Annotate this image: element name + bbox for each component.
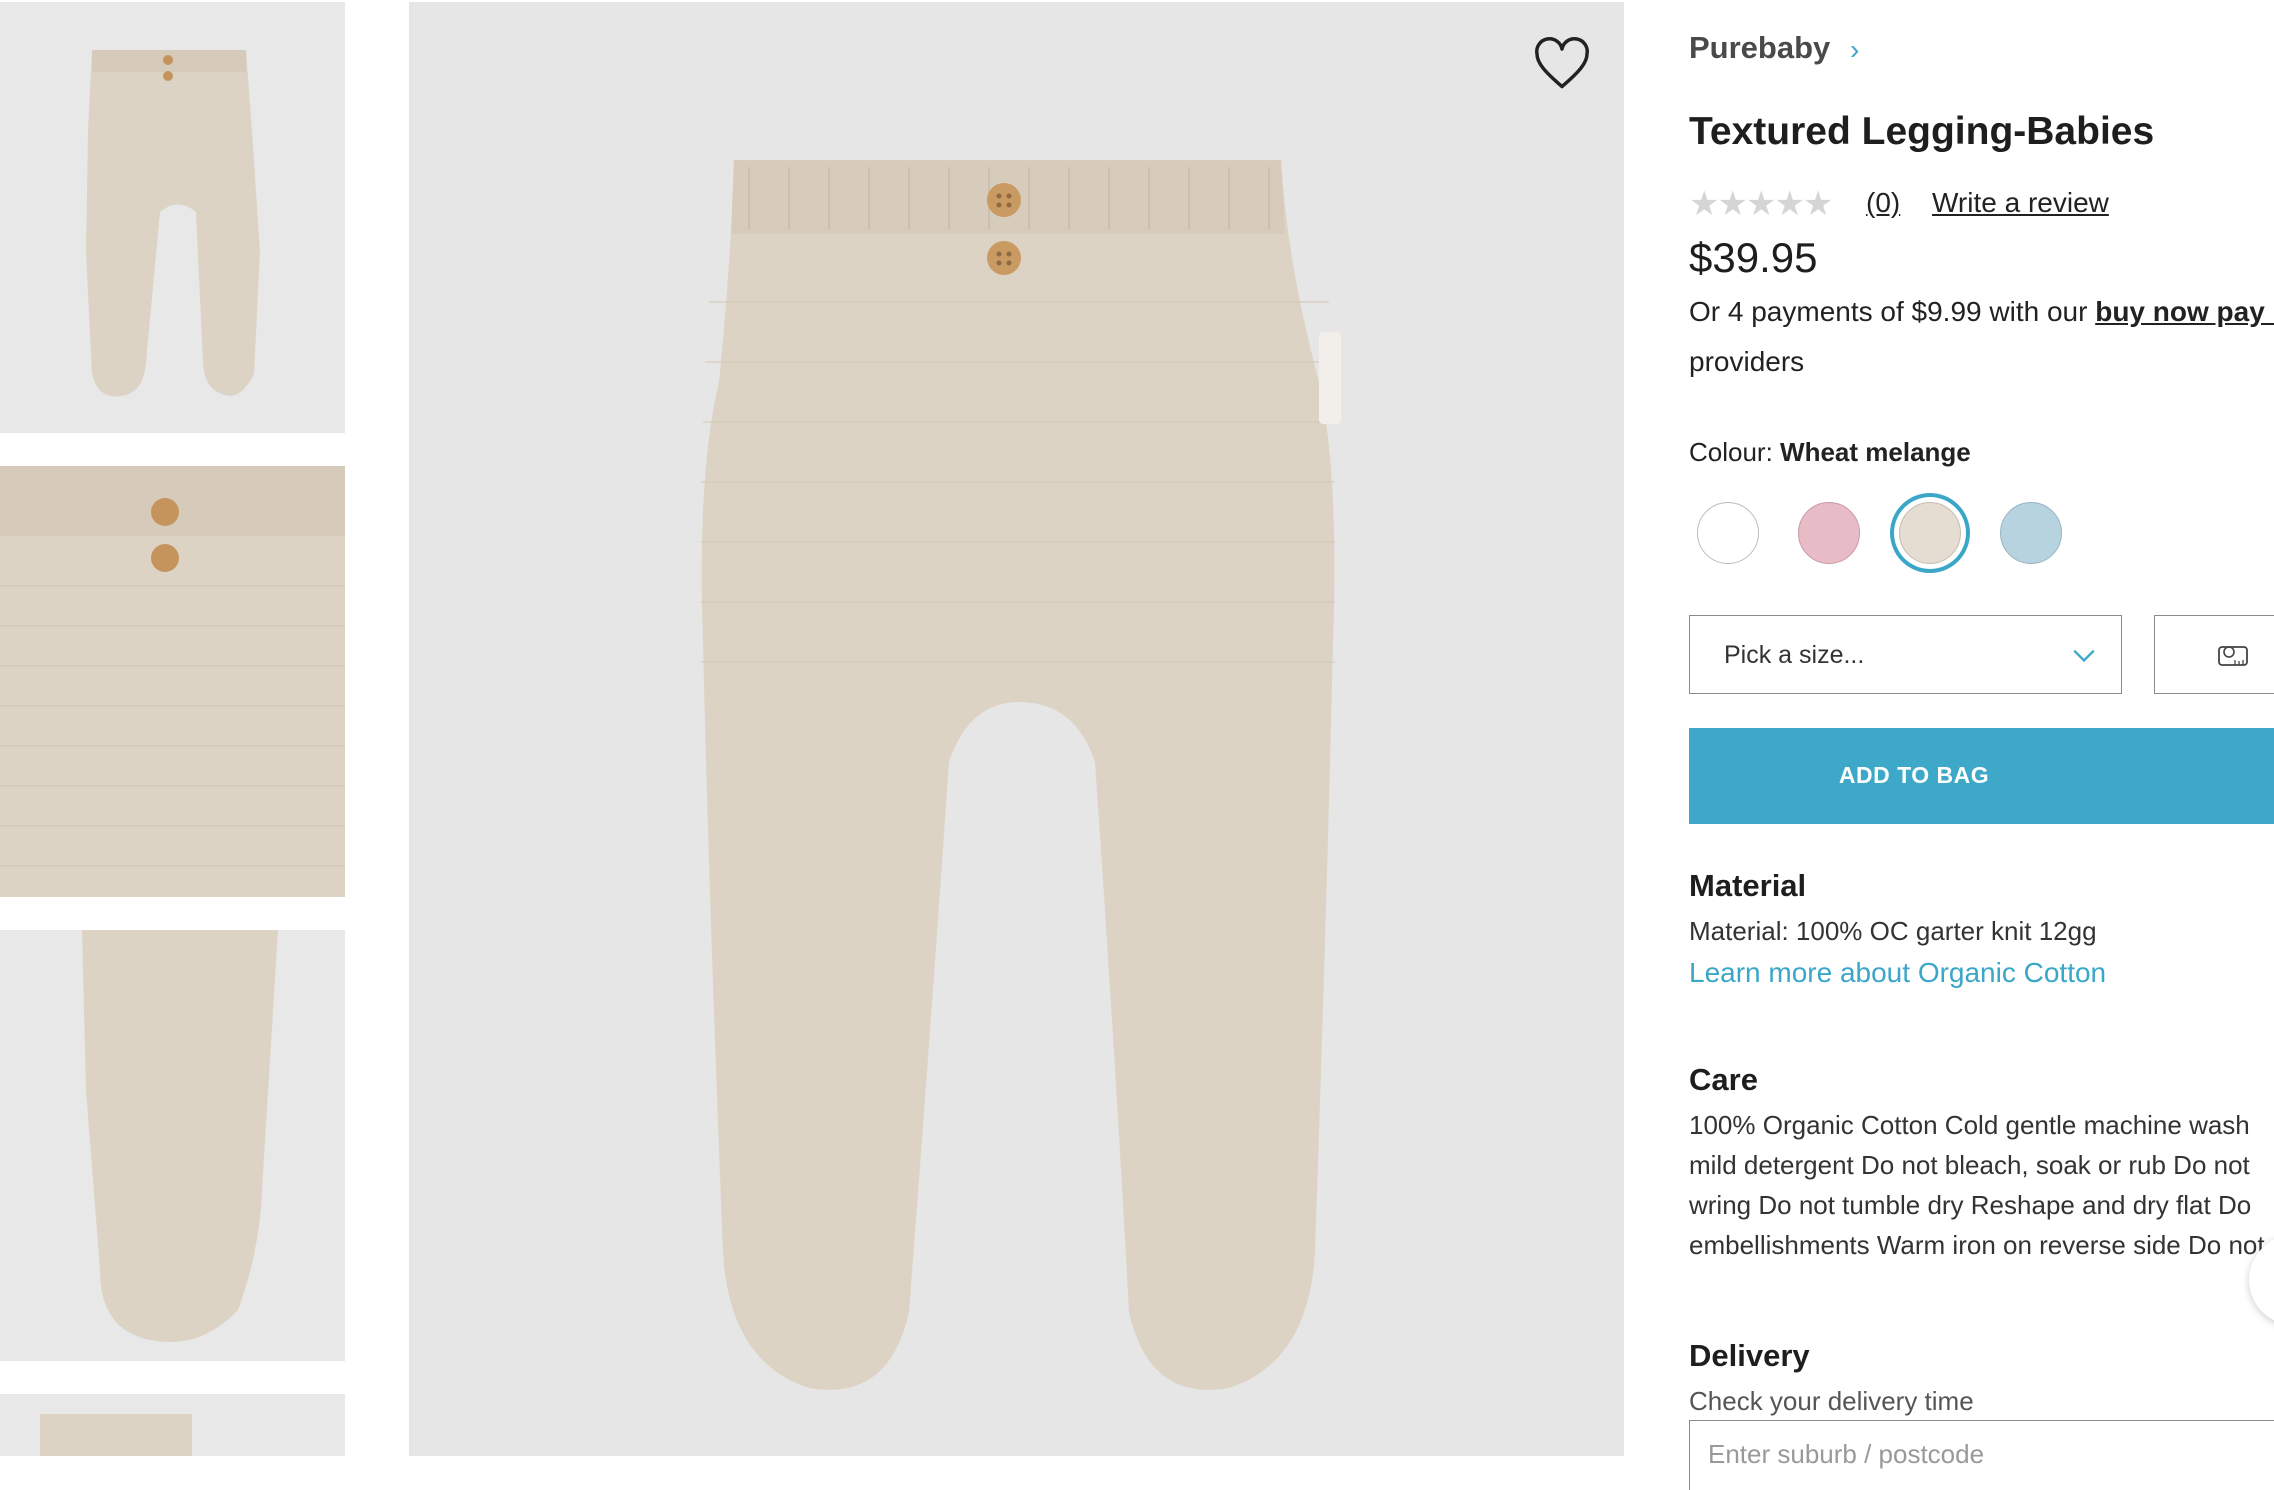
rating-stars: ★★★★★ xyxy=(1689,185,1833,223)
chevron-right-icon[interactable]: › xyxy=(1850,34,1859,66)
afterpay-text: Or 4 payments of $9.99 with our buy now … xyxy=(1689,296,2274,328)
size-select[interactable]: Pick a size... xyxy=(1689,615,2122,694)
care-line: 100% Organic Cotton Cold gentle machine … xyxy=(1689,1110,2250,1140)
size-guide-button[interactable] xyxy=(2154,615,2274,694)
thumbnail-foot-detail[interactable] xyxy=(0,930,345,1361)
care-line: embellishments Warm iron on reverse side… xyxy=(1689,1230,2265,1260)
swatch-pink[interactable] xyxy=(1798,502,1860,564)
swatch-blue[interactable] xyxy=(2000,502,2062,564)
product-title: Textured Legging-Babies xyxy=(1689,110,2155,153)
product-info-panel: Purebaby › Textured Legging-Babies ★★★★★… xyxy=(1689,0,2274,1490)
care-line: wring Do not tumble dry Reshape and dry … xyxy=(1689,1190,2252,1220)
size-select-value: Pick a size... xyxy=(1724,641,1865,669)
swatch-white[interactable] xyxy=(1697,502,1759,564)
chevron-down-icon xyxy=(2073,649,2095,663)
measuring-tape-icon xyxy=(2218,646,2248,666)
care-line: mild detergent Do not bleach, soak or ru… xyxy=(1689,1150,2250,1180)
thumbnail-waistband-detail[interactable] xyxy=(0,466,345,897)
delivery-text: Check your delivery time xyxy=(1689,1386,1974,1416)
care-heading: Care xyxy=(1689,1062,1758,1097)
colour-label: Colour: Wheat melange xyxy=(1689,437,1971,467)
main-product-image xyxy=(409,2,1624,1456)
heart-outline-icon[interactable] xyxy=(1532,34,1592,94)
swatch-wheat-melange[interactable] xyxy=(1899,502,1961,564)
material-text: Material: 100% OC garter knit 12gg xyxy=(1689,916,2097,946)
colour-value: Wheat melange xyxy=(1780,437,1971,467)
product-price: $39.95 xyxy=(1689,234,1818,281)
organic-cotton-link[interactable]: Learn more about Organic Cotton xyxy=(1689,957,2106,989)
delivery-heading: Delivery xyxy=(1689,1338,1810,1373)
delivery-postcode-input[interactable]: Enter suburb / postcode xyxy=(1689,1420,2274,1490)
write-review-link[interactable]: Write a review xyxy=(1932,187,2109,219)
buy-now-pay-later-link[interactable]: buy now pay later xyxy=(2095,296,2274,327)
thumbnail-fourth[interactable] xyxy=(0,1394,345,1456)
brand-link[interactable]: Purebaby xyxy=(1689,30,1830,66)
add-to-bag-button[interactable]: ADD TO BAG xyxy=(1689,728,2274,824)
material-heading: Material xyxy=(1689,868,1807,903)
afterpay-text-continued: providers xyxy=(1689,346,1805,377)
thumbnail-front-view[interactable] xyxy=(0,2,345,433)
delivery-input-placeholder: Enter suburb / postcode xyxy=(1708,1439,1985,1469)
review-count-link[interactable]: (0) xyxy=(1866,187,1900,219)
